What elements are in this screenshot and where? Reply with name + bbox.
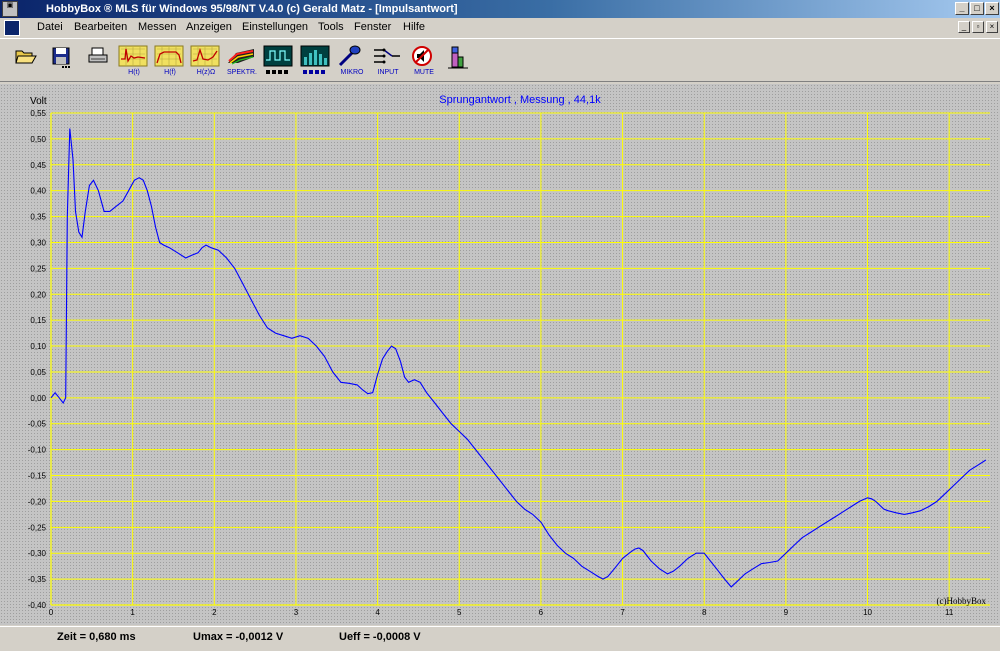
x-tick-label: 0 xyxy=(49,608,54,617)
mdi-restore-button[interactable]: ▫ xyxy=(972,21,984,33)
microphone-icon[interactable]: MIKRO xyxy=(336,45,368,79)
status-ueff: Ueff = -0,0008 V xyxy=(339,631,421,643)
menu-einstellungen[interactable]: Einstellungen xyxy=(242,21,308,33)
menu-tools[interactable]: Tools xyxy=(318,21,344,33)
x-tick-label: 10 xyxy=(863,608,872,617)
toolbar-label-mikro: MIKRO xyxy=(340,69,364,76)
y-tick-label: -0,15 xyxy=(28,472,47,481)
x-tick-label: 9 xyxy=(784,608,789,617)
menu-bar: Datei Bearbeiten Messen Anzeigen Einstel… xyxy=(0,18,1000,38)
mdi-minimize-button[interactable]: _ xyxy=(958,21,970,33)
y-tick-label: 0,45 xyxy=(30,161,46,170)
y-tick-label: -0,10 xyxy=(28,446,47,455)
title-bar[interactable]: ▣ HobbyBox ® MLS für Windows 95/98/NT V.… xyxy=(0,0,1000,18)
y-tick-label: -0,25 xyxy=(28,523,47,532)
menu-fenster[interactable]: Fenster xyxy=(354,21,391,33)
y-tick-label: -0,20 xyxy=(28,497,47,506)
copyright-watermark: (c)HobbyBox xyxy=(937,596,987,606)
y-tick-label: -0,30 xyxy=(28,549,47,558)
mdi-close-button[interactable]: × xyxy=(986,21,998,33)
impedance-icon[interactable]: H(z)Ω xyxy=(190,45,222,79)
impulse-response-icon[interactable]: H(t) xyxy=(118,45,150,79)
y-tick-label: 0,15 xyxy=(30,316,46,325)
frequency-response-icon[interactable]: H(f) xyxy=(154,45,186,79)
spectrum-icon[interactable]: SPEKTR. xyxy=(226,45,258,79)
y-tick-label: -0,35 xyxy=(28,575,47,584)
minimize-button[interactable]: _ xyxy=(955,2,969,15)
x-tick-label: 1 xyxy=(130,608,135,617)
toolbar-label-ht: H(t) xyxy=(128,69,140,76)
x-tick-label: 7 xyxy=(620,608,625,617)
toolbar-label-input: INPUT xyxy=(377,69,399,76)
y-axis-label: Volt xyxy=(30,96,47,107)
input-icon[interactable]: INPUT xyxy=(372,45,404,79)
save-disk-icon[interactable] xyxy=(50,45,82,79)
y-tick-label: 0,20 xyxy=(30,290,46,299)
menu-datei[interactable]: Datei xyxy=(37,21,63,33)
close-button[interactable]: × xyxy=(985,2,999,15)
toolbar-label-spektr: SPEKTR. xyxy=(227,69,257,76)
analyzer-bars-icon[interactable] xyxy=(300,45,332,79)
toolbar: H(t) H(f) H(z)Ω SPEKTR. MIKRO INPUT MUTE xyxy=(0,38,1000,82)
mute-icon[interactable]: MUTE xyxy=(408,45,440,79)
x-tick-label: 11 xyxy=(945,608,954,617)
status-zeit: Zeit = 0,680 ms xyxy=(57,631,136,643)
maximize-button[interactable]: □ xyxy=(970,2,984,15)
x-tick-label: 6 xyxy=(539,608,544,617)
oscilloscope-icon[interactable] xyxy=(263,45,295,79)
y-tick-label: 0,40 xyxy=(30,187,46,196)
y-tick-label: 0,35 xyxy=(30,213,46,222)
y-tick-label: 0,00 xyxy=(30,394,46,403)
x-tick-label: 2 xyxy=(212,608,217,617)
app-logo-icon[interactable]: ▣ xyxy=(2,1,18,17)
x-axis-ticks: 0 1 2 3 4 5 6 7 8 9 10 11 xyxy=(49,608,954,617)
y-tick-label: 0,25 xyxy=(30,264,46,273)
y-tick-label: 0,30 xyxy=(30,238,46,247)
menu-messen[interactable]: Messen xyxy=(138,21,177,33)
chart-title: Sprungantwort , Messung , 44,1k xyxy=(439,94,601,106)
plot-area[interactable]: 0,55 0,50 0,45 0,40 0,35 0,30 0,25 0,20 0,15 0,10… xyxy=(0,84,1000,625)
y-tick-label: 0,55 xyxy=(30,109,46,118)
y-tick-label: -0,05 xyxy=(28,420,47,429)
y-tick-label: -0,40 xyxy=(28,601,47,610)
open-folder-icon[interactable] xyxy=(14,45,46,79)
toolbar-label-hf: H(f) xyxy=(164,69,176,76)
x-tick-label: 8 xyxy=(702,608,707,617)
document-window-icon[interactable] xyxy=(4,20,20,36)
y-axis-ticks: 0,55 0,50 0,45 0,40 0,35 0,30 0,25 0,20 0,15 0,10… xyxy=(28,109,47,610)
status-bar: Zeit = 0,680 ms Umax = -0,0012 V Ueff = … xyxy=(0,626,1000,651)
toolbar-label-hz: H(z)Ω xyxy=(196,69,216,76)
grid-lines xyxy=(50,112,990,606)
toolbar-label-mute: MUTE xyxy=(414,69,434,76)
window-title: HobbyBox ® MLS für Windows 95/98/NT V.4.… xyxy=(46,3,458,15)
x-tick-label: 3 xyxy=(294,608,299,617)
x-tick-label: 5 xyxy=(457,608,462,617)
y-tick-label: 0,50 xyxy=(30,135,46,144)
y-tick-label: 0,05 xyxy=(30,368,46,377)
menu-bearbeiten[interactable]: Bearbeiten xyxy=(74,21,127,33)
status-umax: Umax = -0,0012 V xyxy=(193,631,284,643)
menu-hilfe[interactable]: Hilfe xyxy=(403,21,425,33)
level-meter-icon[interactable] xyxy=(446,45,478,79)
menu-anzeigen[interactable]: Anzeigen xyxy=(186,21,232,33)
y-tick-label: 0,10 xyxy=(30,342,46,351)
step-response-line xyxy=(50,128,987,588)
x-tick-label: 4 xyxy=(375,608,380,617)
step-response-chart[interactable]: 0,55 0,50 0,45 0,40 0,35 0,30 0,25 0,20 0,15 0,10… xyxy=(0,84,1000,625)
